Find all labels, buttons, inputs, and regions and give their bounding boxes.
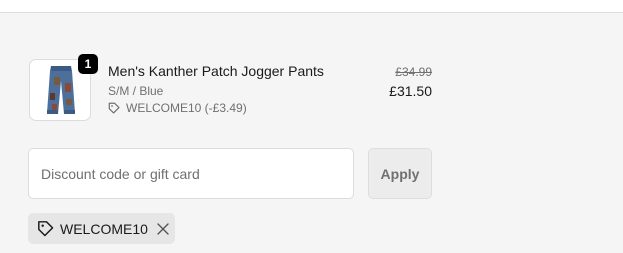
apply-button[interactable]: Apply bbox=[368, 148, 432, 199]
compare-at-price: £34.99 bbox=[395, 65, 432, 79]
line-item-discount: WELCOME10 (-£3.49) bbox=[108, 101, 247, 115]
line-item-discount-label: WELCOME10 (-£3.49) bbox=[126, 101, 247, 115]
discount-form: Apply bbox=[28, 148, 432, 199]
applied-discount-chip: WELCOME10 bbox=[28, 213, 175, 244]
quantity-badge: 1 bbox=[78, 54, 98, 74]
order-line-item: 1 Men's Kanther Patch Jogger Pants S/M /… bbox=[28, 54, 432, 124]
discount-code-input[interactable] bbox=[28, 148, 354, 199]
jogger-pants-image bbox=[47, 66, 75, 114]
header-strip bbox=[0, 0, 623, 13]
remove-discount-close-icon[interactable] bbox=[157, 222, 169, 235]
tag-icon bbox=[37, 220, 54, 237]
applied-discount-code: WELCOME10 bbox=[60, 220, 148, 237]
tag-icon bbox=[108, 102, 120, 114]
product-variant: S/M / Blue bbox=[108, 84, 164, 98]
product-name: Men's Kanther Patch Jogger Pants bbox=[108, 63, 324, 79]
line-item-price: £31.50 bbox=[389, 83, 432, 99]
